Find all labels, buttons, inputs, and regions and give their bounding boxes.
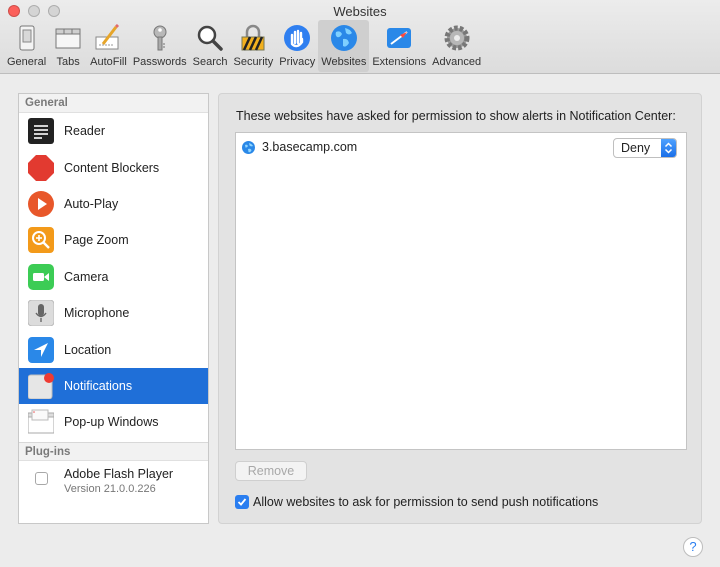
sidebar-item-page-zoom[interactable]: Page Zoom bbox=[19, 222, 208, 258]
reader-icon bbox=[28, 118, 54, 145]
list-item: 3.basecamp.com Deny bbox=[236, 135, 686, 159]
tab-label: Websites bbox=[321, 56, 367, 68]
sidebar-item-microphone[interactable]: Microphone bbox=[19, 295, 208, 331]
tabs-icon bbox=[52, 22, 84, 54]
tab-general[interactable]: General bbox=[4, 20, 49, 72]
sidebar-item-location[interactable]: Location bbox=[19, 331, 208, 367]
zoom-icon bbox=[28, 227, 54, 254]
tab-privacy[interactable]: Privacy bbox=[276, 20, 318, 72]
tab-search[interactable]: Search bbox=[190, 20, 231, 72]
stop-sign-icon bbox=[28, 154, 54, 181]
location-arrow-icon bbox=[28, 336, 54, 363]
section-header-plugins: Plug-ins bbox=[19, 441, 208, 461]
microphone-icon bbox=[27, 299, 55, 327]
popup-window-icon bbox=[27, 409, 55, 435]
tab-label: Security bbox=[233, 56, 274, 68]
notifications-panel: These websites have asked for permission… bbox=[218, 93, 702, 524]
sidebar-item-label: Page Zoom bbox=[64, 233, 129, 248]
permission-select[interactable]: Deny bbox=[613, 138, 677, 158]
sidebar-item-label: Reader bbox=[64, 124, 105, 139]
tab-label: Extensions bbox=[372, 56, 427, 68]
sidebar-item-label: Auto-Play bbox=[64, 196, 119, 211]
switch-icon bbox=[11, 22, 43, 54]
notification-badge-icon bbox=[27, 372, 54, 400]
tab-tabs[interactable]: Tabs bbox=[49, 20, 87, 72]
sidebar-item-label: Content Blockers bbox=[64, 160, 160, 175]
sidebar-item-camera[interactable]: Camera bbox=[19, 259, 208, 295]
sidebar-item-label: Notifications bbox=[64, 378, 133, 393]
sidebar-item-auto-play[interactable]: Auto-Play bbox=[19, 186, 208, 222]
sidebar-item-label: Pop-up Windows bbox=[64, 415, 159, 430]
tab-passwords[interactable]: Passwords bbox=[130, 20, 190, 72]
plugin-version: Version 21.0.0.226 bbox=[64, 482, 156, 495]
sidebar-item-notifications[interactable]: Notifications bbox=[19, 367, 208, 405]
tab-security[interactable]: Security bbox=[230, 20, 276, 72]
magnifier-icon bbox=[194, 22, 226, 54]
camera-icon bbox=[28, 263, 54, 290]
tab-label: Tabs bbox=[56, 56, 80, 68]
settings-sidebar: General Reader Content Blockers Auto-Pla… bbox=[18, 93, 209, 524]
preferences-toolbar: General Tabs AutoFill Passwords Search S… bbox=[4, 20, 484, 72]
permission-select-value: Deny bbox=[621, 141, 651, 155]
website-list: 3.basecamp.com Deny bbox=[235, 132, 687, 450]
tab-websites[interactable]: Websites bbox=[318, 20, 370, 72]
section-header-general: General bbox=[19, 94, 208, 113]
site-domain: 3.basecamp.com bbox=[262, 140, 358, 154]
tab-autofill[interactable]: AutoFill bbox=[87, 20, 130, 72]
window-title: Websites bbox=[333, 4, 387, 19]
sidebar-item-reader[interactable]: Reader bbox=[19, 113, 208, 149]
panel-description: These websites have asked for permission… bbox=[236, 109, 676, 123]
sidebar-item-label: Camera bbox=[64, 269, 109, 284]
padlock-icon bbox=[237, 22, 269, 54]
chevron-updown-icon bbox=[661, 139, 676, 157]
help-button[interactable]: ? bbox=[683, 537, 703, 557]
sidebar-item-label: Microphone bbox=[64, 306, 130, 321]
globe-icon bbox=[328, 22, 360, 54]
gear-icon bbox=[441, 22, 473, 54]
tab-label: Passwords bbox=[132, 56, 187, 68]
remove-button[interactable]: Remove bbox=[235, 461, 307, 481]
hand-icon bbox=[281, 22, 313, 54]
checkmark-icon bbox=[237, 498, 247, 506]
tab-label: Advanced bbox=[432, 56, 482, 68]
tab-label: Privacy bbox=[279, 56, 316, 68]
allow-push-label: Allow websites to ask for permission to … bbox=[253, 495, 599, 509]
key-icon bbox=[144, 22, 176, 54]
tab-extensions[interactable]: Extensions bbox=[369, 20, 429, 72]
allow-push-checkbox[interactable] bbox=[235, 495, 249, 509]
sidebar-item-label: Location bbox=[64, 342, 112, 357]
sidebar-item-popup-windows[interactable]: Pop-up Windows bbox=[19, 404, 208, 440]
puzzle-icon bbox=[383, 22, 415, 54]
plugin-name: Adobe Flash Player bbox=[64, 466, 174, 481]
allow-push-option[interactable]: Allow websites to ask for permission to … bbox=[235, 495, 598, 509]
play-icon bbox=[28, 190, 54, 217]
plugin-checkbox[interactable] bbox=[35, 471, 48, 485]
tab-label: Search bbox=[192, 56, 228, 68]
tab-advanced[interactable]: Advanced bbox=[429, 20, 484, 72]
plugin-item: Adobe Flash Player Version 21.0.0.226 bbox=[19, 461, 208, 495]
sidebar-item-content-blockers[interactable]: Content Blockers bbox=[19, 149, 208, 185]
pencil-form-icon bbox=[92, 22, 124, 54]
globe-icon bbox=[242, 140, 255, 154]
window-titlebar: Websites General Tabs AutoFill Passwords bbox=[0, 0, 720, 74]
tab-label: AutoFill bbox=[90, 56, 127, 68]
tab-label: General bbox=[7, 56, 47, 68]
